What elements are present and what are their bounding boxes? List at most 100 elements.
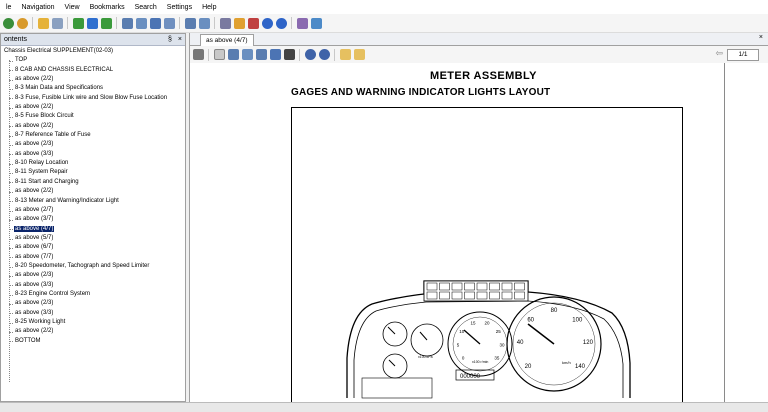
tree-item[interactable]: 8-25 Working Light [1,318,185,327]
tree-item[interactable]: 8-3 Fuse, Fusible Link wire and Slow Blo… [1,94,185,103]
pin-icon[interactable]: § [168,36,172,43]
menu-view[interactable]: View [65,4,80,11]
tree-item-label: as above (7/7) [15,253,54,260]
window-icon[interactable] [164,17,175,29]
tree-item[interactable]: as above (3/7) [1,215,185,224]
tree-item[interactable]: as above (2/2) [1,103,185,112]
tree-item[interactable]: as above (3/3) [1,150,185,159]
rotate-left-icon[interactable] [340,49,351,60]
layout-icon[interactable] [185,17,196,29]
tools-icon[interactable] [234,17,245,29]
warning-lamp [476,282,488,291]
refresh-icon[interactable] [17,17,28,29]
tree-item[interactable]: as above (2/7) [1,206,185,215]
tree-item[interactable]: TOP [1,56,185,65]
print-preview-icon[interactable] [122,17,133,29]
tree-item[interactable]: 8-3 Main Data and Specifications [1,84,185,93]
print-icon[interactable] [199,17,210,29]
tree-item-label: as above (2/3) [15,300,54,307]
tree-item[interactable]: as above (2/2) [1,187,185,196]
rotate-right-icon[interactable] [354,49,365,60]
zoom-icon[interactable] [228,49,239,60]
menu-help[interactable]: Help [202,4,216,11]
note-icon[interactable] [297,17,308,29]
arrow-right-icon[interactable] [87,17,98,29]
dial-tick-label: 25 [496,329,502,334]
select-tool-icon[interactable] [214,49,225,60]
tab-bar: as above (4/7) × [190,33,768,46]
dial-tick-label: 140 [575,364,586,370]
tree-item[interactable]: as above (7/7) [1,253,185,262]
tree-item[interactable]: 8-10 Relay Location [1,159,185,168]
document-icon[interactable] [150,17,161,29]
close-tab-icon[interactable]: × [759,34,763,41]
info-icon[interactable] [262,17,273,29]
zoom-in-icon[interactable] [305,49,316,60]
panel-icon[interactable] [136,17,147,29]
tree-item[interactable]: 8-20 Speedometer, Tachograph and Speed L… [1,262,185,271]
tree-item[interactable]: as above (2/2) [1,327,185,336]
tree-item[interactable]: 8 CAB AND CHASSIS ELECTRICAL [1,66,185,75]
prev-page-icon[interactable]: ⇦ [715,48,723,59]
menu-navigation[interactable]: Navigation [21,4,54,11]
tree-item[interactable]: as above (2/2) [1,75,185,84]
tab-document[interactable]: as above (4/7) [200,34,254,46]
tree-item[interactable]: 8-11 Start and Charging [1,178,185,187]
arrow-left-icon[interactable] [73,17,84,29]
tree-item[interactable]: as above (2/3) [1,140,185,149]
cut-icon[interactable] [248,17,259,29]
tree-item[interactable]: as above (3/3) [1,281,185,290]
tree-item[interactable]: 8-7 Reference Table of Fuse [1,131,185,140]
tree-item[interactable]: 8-13 Meter and Warning/Indicator Light [1,197,185,206]
tree-item[interactable]: as above (4/7) [1,225,185,234]
warning-lamp [514,282,525,291]
menu-bookmarks[interactable]: Bookmarks [90,4,125,11]
home-icon[interactable] [101,17,112,29]
zoom-out-icon[interactable] [319,49,330,60]
highlight-icon[interactable] [220,17,231,29]
toolbar-separator [291,17,292,29]
contents-tree: Chassis Electrical SUPPLEMENT(02-03) TOP… [1,46,185,382]
page-heading: METER ASSEMBLY [430,70,537,82]
tree-item[interactable]: as above (6/7) [1,243,185,252]
dial-tick-label: 35 [494,356,500,361]
warning-lamp [501,291,513,300]
lamp-block-lower [361,377,433,399]
tree-item-label: 8-10 Relay Location [15,160,69,167]
help-icon[interactable] [276,17,287,29]
fit-width-icon[interactable] [256,49,267,60]
tree-item[interactable]: BOTTOM [1,337,185,346]
open-folder-icon[interactable] [38,17,49,29]
menu-settings[interactable]: Settings [167,4,192,11]
menu-bar: le Navigation View Bookmarks Search Sett… [0,0,768,14]
view-grid-icon[interactable] [193,49,204,60]
camera-icon[interactable] [270,49,281,60]
tree-item[interactable]: 8-23 Engine Control System [1,290,185,299]
tree-root[interactable]: Chassis Electrical SUPPLEMENT(02-03) [1,47,185,56]
tree-item[interactable]: as above (2/3) [1,271,185,280]
tree-item[interactable]: as above (3/3) [1,309,185,318]
close-icon[interactable]: × [178,36,182,43]
tree-item-label: TOP [15,57,28,64]
main-toolbar [0,14,768,33]
dial-tick-label: 60 [527,317,534,323]
fit-page-icon[interactable] [242,49,253,60]
pen-icon[interactable] [311,17,322,29]
tree-item-label: 8-20 Speedometer, Tachograph and Speed L… [15,262,150,269]
tree-item[interactable]: as above (5/7) [1,234,185,243]
warning-lamp [501,282,513,291]
page-indicator[interactable]: 1/1 [727,49,759,61]
tree-item[interactable]: as above (2/2) [1,122,185,131]
tree-item[interactable]: 8-11 System Repair [1,168,185,177]
menu-search[interactable]: Search [135,4,157,11]
tree-item[interactable]: as above (2/3) [1,299,185,308]
menu-file[interactable]: le [6,4,11,11]
back-icon[interactable] [3,17,14,29]
text-icon[interactable] [284,49,295,60]
tree-item-label: BOTTOM [15,337,41,344]
tree-item-label: as above (2/2) [15,328,54,335]
tree-item[interactable]: 8-5 Fuse Block Circuit [1,112,185,121]
tree-item-label: as above (6/7) [15,244,54,251]
export-icon[interactable] [52,17,63,29]
contents-panel-title: ontents [4,36,27,43]
